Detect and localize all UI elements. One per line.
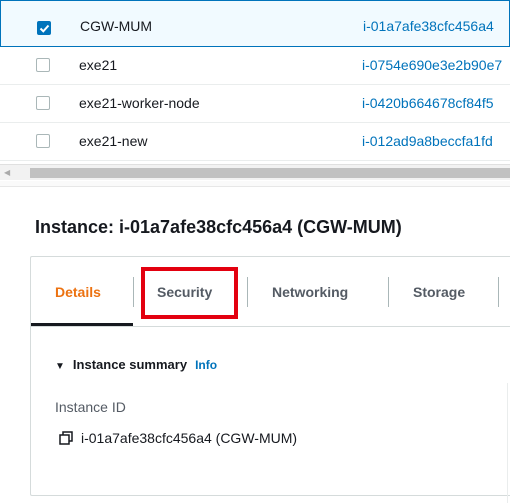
column-divider — [507, 383, 508, 503]
instance-id-label: Instance ID — [55, 399, 126, 415]
scroll-left-icon[interactable]: ◀ — [4, 168, 10, 177]
instance-id-link[interactable]: i-01a7afe38cfc456a4 — [363, 18, 494, 34]
tab-divider — [247, 277, 248, 307]
summary-label: Instance summary — [72, 357, 188, 372]
table-row[interactable]: exe21 i-0754e690e3e2b90e7 — [0, 47, 510, 85]
instance-summary-heading[interactable]: ▼ Instance summary Info — [55, 357, 217, 372]
page-title: Instance: i-01a7afe38cfc456a4 (CGW-MUM) — [35, 217, 402, 237]
tab-details[interactable]: Details — [55, 284, 101, 300]
panel-splitter[interactable] — [0, 181, 510, 187]
table-row[interactable]: exe21-worker-node i-0420b664678cf84f5 — [0, 85, 510, 123]
row-checkbox[interactable] — [36, 96, 50, 110]
highlight-box — [141, 267, 238, 319]
caret-down-icon: ▼ — [55, 361, 65, 372]
instance-id-link[interactable]: i-0754e690e3e2b90e7 — [362, 57, 502, 73]
instance-id-link[interactable]: i-0420b664678cf84f5 — [362, 95, 494, 111]
tab-storage[interactable]: Storage — [413, 284, 465, 300]
details-panel: Details Security Networking Storage ▼ Ins… — [30, 256, 510, 503]
instance-name: exe21-new — [79, 133, 148, 149]
instance-id-value: i-01a7afe38cfc456a4 (CGW-MUM) — [59, 430, 297, 448]
instance-id-text: i-01a7afe38cfc456a4 (CGW-MUM) — [81, 430, 298, 446]
info-link[interactable]: Info — [195, 358, 217, 372]
active-tab-indicator — [31, 323, 133, 326]
instance-name: exe21 — [79, 57, 118, 73]
row-checkbox[interactable] — [36, 58, 50, 72]
tab-divider — [133, 277, 134, 307]
table-row[interactable]: CGW-MUM i-01a7afe38cfc456a4 — [0, 0, 510, 47]
instance-name: exe21-worker-node — [79, 95, 200, 111]
table-row[interactable]: exe21-new i-012ad9a8beccfa1fd — [0, 123, 510, 161]
instance-name: CGW-MUM — [80, 18, 153, 34]
check-icon — [39, 24, 50, 33]
scrollbar-thumb[interactable] — [30, 168, 510, 178]
row-checkbox[interactable] — [36, 134, 50, 148]
horizontal-scrollbar[interactable]: ◀ — [0, 164, 510, 180]
tab-divider — [498, 277, 499, 307]
copy-icon[interactable] — [59, 431, 73, 448]
tab-bar: Details Security Networking Storage — [31, 257, 510, 327]
tab-networking[interactable]: Networking — [272, 284, 348, 300]
instance-id-link[interactable]: i-012ad9a8beccfa1fd — [362, 133, 493, 149]
row-checkbox[interactable] — [37, 21, 51, 35]
tab-divider — [388, 277, 389, 307]
